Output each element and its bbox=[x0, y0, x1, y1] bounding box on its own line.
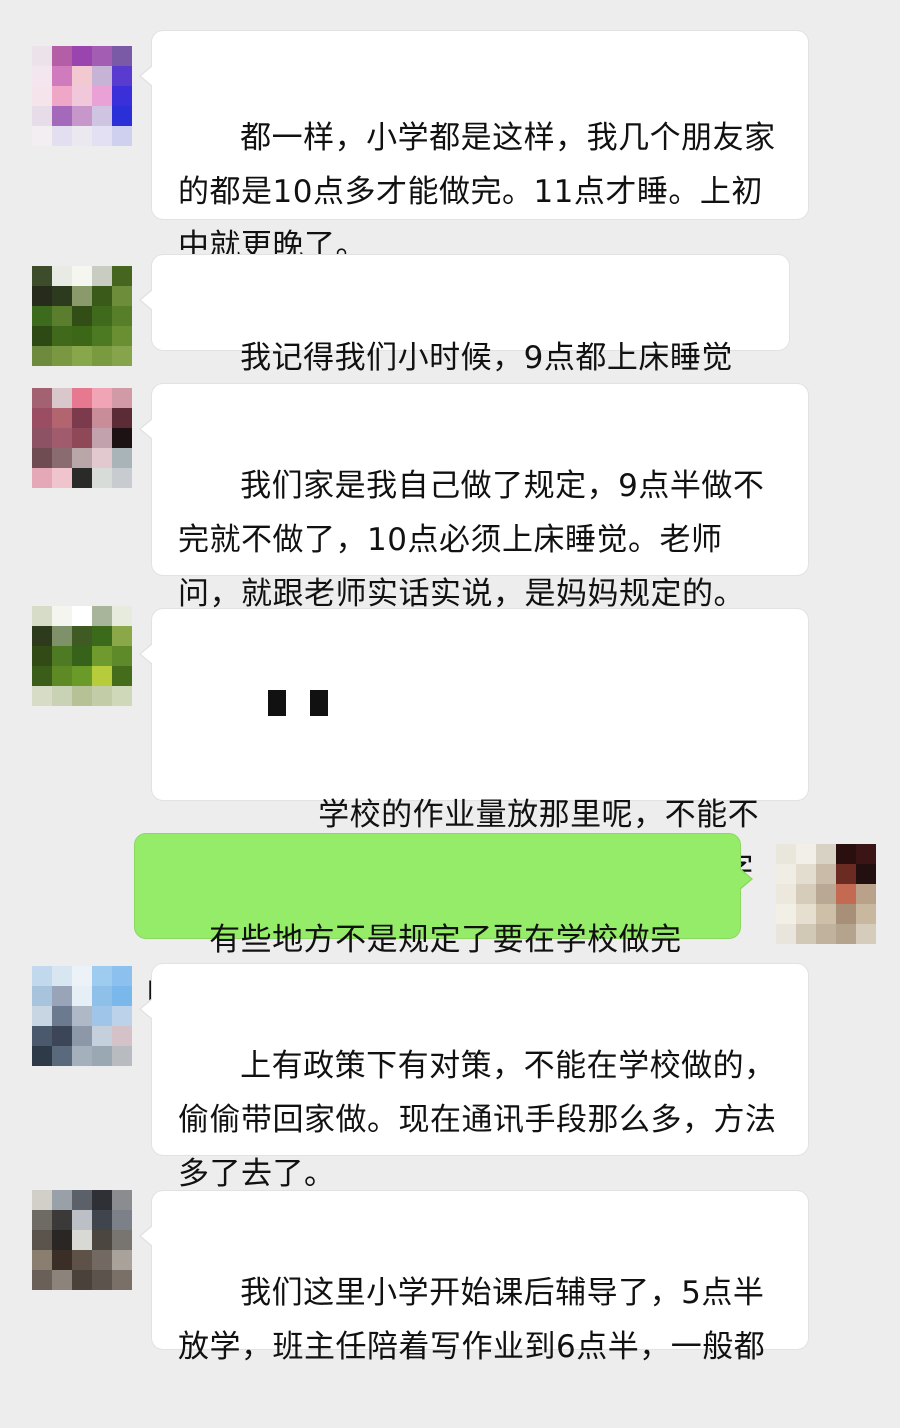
avatar-pixel bbox=[52, 1190, 72, 1210]
avatar-pixel bbox=[72, 1210, 92, 1230]
avatar-pixel bbox=[112, 1250, 132, 1270]
avatar-pixel bbox=[92, 1250, 112, 1270]
avatar-pixel bbox=[52, 1210, 72, 1230]
message-text: 我们这里小学开始课后辅导了，5点半放学，班主任陪着写作业到6点半，一般都 bbox=[178, 1275, 766, 1365]
avatar-pixel bbox=[112, 1270, 132, 1290]
avatar[interactable] bbox=[32, 1190, 132, 1290]
avatar-pixel bbox=[92, 1210, 112, 1230]
avatar-pixel bbox=[52, 1270, 72, 1290]
avatar-pixel bbox=[92, 1190, 112, 1210]
avatar-pixel bbox=[112, 1190, 132, 1210]
avatar-pixel bbox=[32, 1190, 52, 1210]
avatar-pixel bbox=[72, 1270, 92, 1290]
avatar-pixel bbox=[72, 1250, 92, 1270]
message-bubble[interactable]: 我们这里小学开始课后辅导了，5点半放学，班主任陪着写作业到6点半，一般都 bbox=[139, 1190, 809, 1365]
avatar-pixel bbox=[52, 1230, 72, 1250]
chat-message-list[interactable]: 都一样，小学都是这样，我几个朋友家的都是10点多才能做完。11点才睡。上初中就更… bbox=[0, 0, 900, 1365]
avatar-pixel bbox=[32, 1250, 52, 1270]
avatar-pixel bbox=[112, 1230, 132, 1250]
avatar-pixel bbox=[72, 1230, 92, 1250]
message-row: 我们这里小学开始课后辅导了，5点半放学，班主任陪着写作业到6点半，一般都 bbox=[0, 0, 900, 1365]
avatar-pixel bbox=[92, 1270, 112, 1290]
avatar-pixel bbox=[52, 1250, 72, 1270]
avatar-pixel bbox=[112, 1210, 132, 1230]
avatar-pixel bbox=[32, 1230, 52, 1250]
avatar-pixel bbox=[32, 1270, 52, 1290]
avatar-pixel bbox=[92, 1230, 112, 1250]
avatar-pixel bbox=[32, 1210, 52, 1230]
avatar-pixel bbox=[72, 1190, 92, 1210]
